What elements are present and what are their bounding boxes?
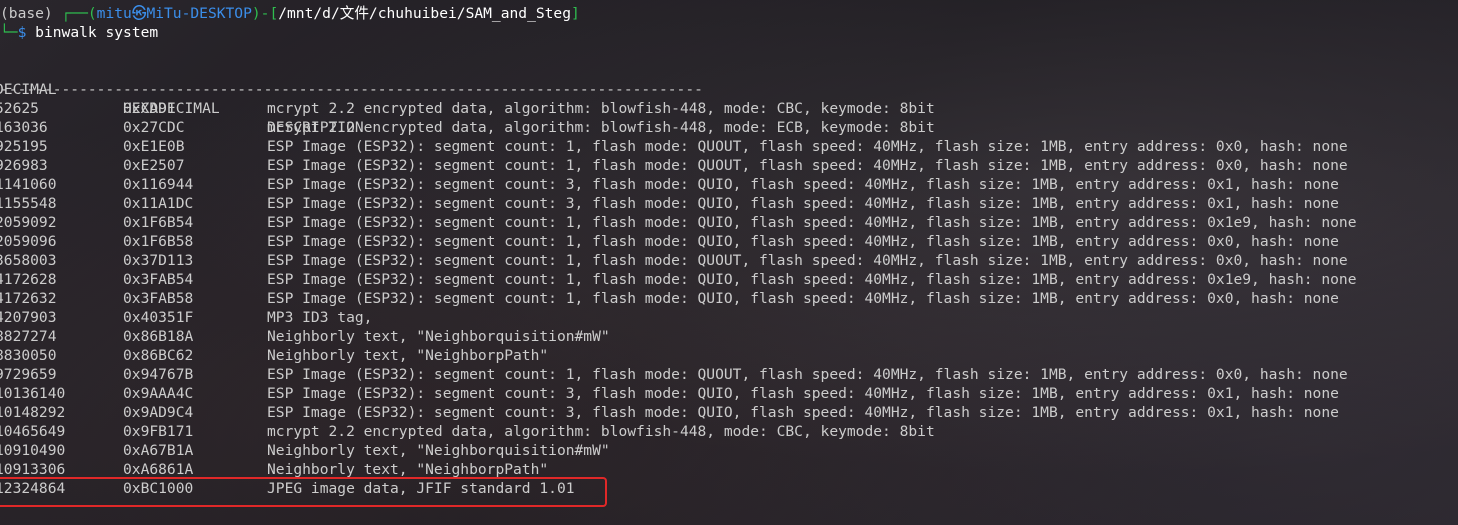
rule-dashes: ----------------------------------------… [0, 81, 703, 98]
cell-hexadecimal: 0x116944 [123, 176, 194, 193]
table-rule: ----------------------------------------… [0, 80, 1458, 99]
cell-hexadecimal: 0x11A1DC [123, 195, 194, 212]
cell-decimal: 10910490 [0, 442, 66, 459]
conda-env: (base) [0, 5, 53, 22]
cell-description: mcrypt 2.2 encrypted data, algorithm: bl… [267, 100, 935, 117]
table-header: DECIMAL HEXADECIMAL DESCRIPTION [0, 61, 1458, 136]
cell-description: ESP Image (ESP32): segment count: 3, fla… [267, 195, 1339, 212]
cell-hexadecimal: 0xE2507 [123, 157, 185, 174]
cell-description: ESP Image (ESP32): segment count: 3, fla… [267, 176, 1339, 193]
cell-decimal: 3658003 [0, 252, 57, 269]
cell-decimal: 2059092 [0, 214, 57, 231]
cell-hexadecimal: 0x37D113 [123, 252, 194, 269]
cell-decimal: 8830050 [0, 347, 57, 364]
prompt-host: MiTu-DESKTOP [146, 5, 252, 22]
cell-hexadecimal: 0x40351F [123, 309, 194, 326]
cell-hexadecimal: 0xCD91 [123, 100, 176, 117]
cell-hexadecimal: 0x94767B [123, 366, 194, 383]
cell-decimal: 1155548 [0, 195, 57, 212]
cell-hexadecimal: 0x1F6B58 [123, 233, 194, 250]
cell-hexadecimal: 0x86B18A [123, 328, 194, 345]
cell-description: ESP Image (ESP32): segment count: 1, fla… [267, 271, 1357, 288]
cell-decimal: 10148292 [0, 404, 66, 421]
prompt-at-icon: ㉿ [131, 5, 147, 22]
prompt-bracket-sep: )-[ [251, 5, 279, 22]
cell-description: ESP Image (ESP32): segment count: 1, fla… [267, 214, 1357, 231]
cell-description: ESP Image (ESP32): segment count: 1, fla… [267, 290, 1339, 307]
cell-decimal: 926983 [0, 157, 48, 174]
command-text: binwalk system [35, 24, 159, 41]
cell-decimal: 52625 [0, 100, 39, 117]
cell-description: ESP Image (ESP32): segment count: 1, fla… [267, 157, 1348, 174]
prompt-path: /mnt/d/文件/chuhuibei/SAM_and_Steg [278, 5, 572, 22]
cell-decimal: 10136140 [0, 385, 66, 402]
cell-decimal: 10465649 [0, 423, 66, 440]
table-row: 925195 0xE1E0B ESP Image (ESP32): segment … [0, 137, 1458, 156]
highlight-box [0, 477, 607, 507]
prompt-corner-bottom: └─ [0, 24, 18, 41]
table-row: 4172628 0x3FAB54 ESP Image (ESP32): segmen… [0, 270, 1458, 289]
table-row: 10910490 0xA67B1A Neighborly text, "Neighb… [0, 441, 1458, 460]
cell-hexadecimal: 0x9FB171 [123, 423, 194, 440]
cell-description: ESP Image (ESP32): segment count: 1, fla… [267, 138, 1348, 155]
cell-description: Neighborly text, "NeighborpPath" [267, 347, 549, 364]
table-row: 10136140 0x9AAA4C ESP Image (ESP32): segme… [0, 384, 1458, 403]
cell-description: ESP Image (ESP32): segment count: 3, fla… [267, 404, 1339, 421]
command-line: └─$ binwalk system [0, 23, 1458, 42]
cell-hexadecimal: 0x3FAB54 [123, 271, 194, 288]
cell-description: Neighborly text, "Neighborquisition#mW" [267, 328, 610, 345]
cell-decimal: 8827274 [0, 328, 57, 345]
cell-decimal: 925195 [0, 138, 48, 155]
table-row: 9729659 0x94767B ESP Image (ESP32): segmen… [0, 365, 1458, 384]
result-rows: 52625 0xCD91 mcrypt 2.2 encrypted data, al… [0, 99, 1458, 498]
table-row: 163036 0x27CDC mcrypt 2.2 encrypted data, … [0, 118, 1458, 137]
cell-hexadecimal: 0x27CDC [123, 119, 185, 136]
table-row: 926983 0xE2507 ESP Image (ESP32): segment … [0, 156, 1458, 175]
table-row: 4207903 0x40351F MP3 ID3 tag, [0, 308, 1458, 327]
prompt-corner-top: ┌──( [61, 5, 97, 22]
table-row: 2059096 0x1F6B58 ESP Image (ESP32): segmen… [0, 232, 1458, 251]
cell-hexadecimal: 0x3FAB58 [123, 290, 194, 307]
cell-description: ESP Image (ESP32): segment count: 3, fla… [267, 385, 1339, 402]
prompt-bracket-close: ] [571, 5, 580, 22]
cell-decimal: 4207903 [0, 309, 57, 326]
cell-hexadecimal: 0xE1E0B [123, 138, 185, 155]
table-row: 3658003 0x37D113 ESP Image (ESP32): segmen… [0, 251, 1458, 270]
cell-decimal: 163036 [0, 119, 48, 136]
cell-hexadecimal: 0x1F6B54 [123, 214, 194, 231]
cell-description: ESP Image (ESP32): segment count: 1, fla… [267, 366, 1348, 383]
prompt-line: (base) ┌──(mitu㉿MiTu-DESKTOP)-[/mnt/d/文件… [0, 4, 1458, 23]
cell-hexadecimal: 0x9AAA4C [123, 385, 194, 402]
cell-description: mcrypt 2.2 encrypted data, algorithm: bl… [267, 119, 935, 136]
table-row: 10148292 0x9AD9C4 ESP Image (ESP32): segme… [0, 403, 1458, 422]
cell-decimal: 4172632 [0, 290, 57, 307]
cell-description: ESP Image (ESP32): segment count: 1, fla… [267, 233, 1339, 250]
prompt-dollar: $ [17, 24, 27, 41]
cell-decimal: 9729659 [0, 366, 57, 383]
prompt-user: mitu [96, 5, 132, 22]
cell-description: mcrypt 2.2 encrypted data, algorithm: bl… [267, 423, 935, 440]
cell-decimal: 4172628 [0, 271, 57, 288]
table-row: 1141060 0x116944 ESP Image (ESP32): segmen… [0, 175, 1458, 194]
table-row: 10465649 0x9FB171 mcrypt 2.2 encrypted dat… [0, 422, 1458, 441]
cell-hexadecimal: 0xA67B1A [123, 442, 194, 459]
table-row: 4172632 0x3FAB58 ESP Image (ESP32): segmen… [0, 289, 1458, 308]
table-row: 52625 0xCD91 mcrypt 2.2 encrypted data, al… [0, 99, 1458, 118]
cell-decimal: 2059096 [0, 233, 57, 250]
table-row: 2059092 0x1F6B54 ESP Image (ESP32): segmen… [0, 213, 1458, 232]
cell-hexadecimal: 0x9AD9C4 [123, 404, 194, 421]
terminal-output[interactable]: (base) ┌──(mitu㉿MiTu-DESKTOP)-[/mnt/d/文件… [0, 0, 1458, 498]
cell-description: ESP Image (ESP32): segment count: 1, fla… [267, 252, 1348, 269]
cell-description: Neighborly text, "Neighborquisition#mW" [267, 442, 610, 459]
cell-hexadecimal: 0x86BC62 [123, 347, 194, 364]
table-row: 8830050 0x86BC62 Neighborly text, "Neighbo… [0, 346, 1458, 365]
table-row: 1155548 0x11A1DC ESP Image (ESP32): segmen… [0, 194, 1458, 213]
table-row: 8827274 0x86B18A Neighborly text, "Neighbo… [0, 327, 1458, 346]
cell-description: MP3 ID3 tag, [267, 309, 373, 326]
cell-decimal: 1141060 [0, 176, 57, 193]
